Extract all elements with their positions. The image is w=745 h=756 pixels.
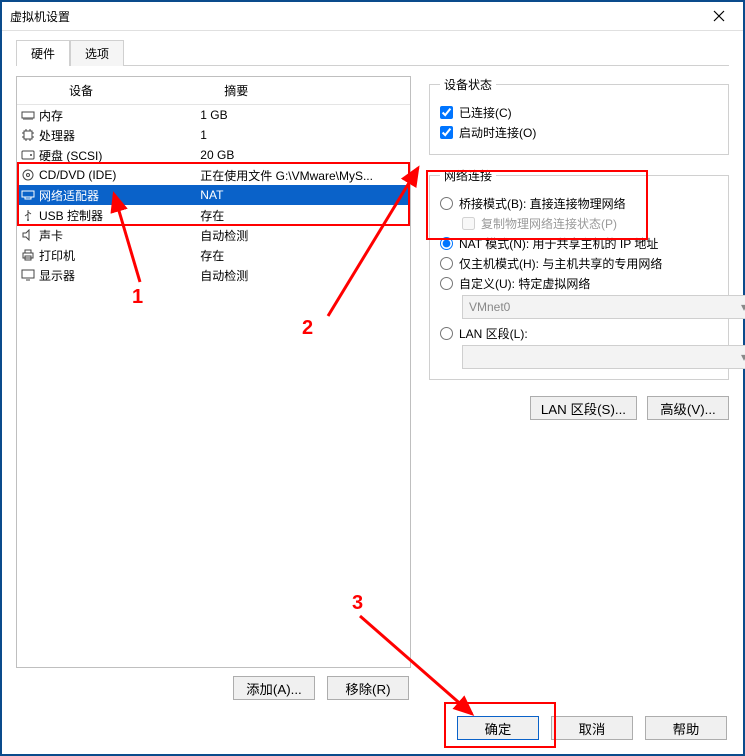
custom-radio[interactable]: 自定义(U): 特定虚拟网络 bbox=[440, 275, 718, 292]
table-row[interactable]: CD/DVD (IDE) 正在使用文件 G:\VMware\MyS... bbox=[17, 165, 410, 185]
lan-input[interactable] bbox=[440, 327, 453, 340]
col-device: 设备 bbox=[59, 77, 214, 104]
disk-icon bbox=[21, 149, 35, 161]
table-row[interactable]: 处理器 1 bbox=[17, 125, 410, 145]
table-row[interactable]: 内存 1 GB bbox=[17, 105, 410, 125]
nat-radio[interactable]: NAT 模式(N): 用于共享主机的 IP 地址 bbox=[440, 235, 718, 252]
table-row[interactable]: 硬盘 (SCSI) 20 GB bbox=[17, 145, 410, 165]
right-pane: 设备状态 已连接(C) 启动时连接(O) 网络连接 桥接模式(B): 直接连接物… bbox=[429, 76, 729, 700]
network-icon bbox=[21, 189, 35, 201]
connect-on-power-input[interactable] bbox=[440, 126, 453, 139]
vm-settings-window: 虚拟机设置 硬件 选项 设备 摘要 内存 1 GB bbox=[0, 0, 745, 756]
add-button[interactable]: 添加(A)... bbox=[233, 676, 315, 700]
lan-select: ▾ bbox=[462, 345, 745, 369]
table-row[interactable]: USB 控制器 存在 bbox=[17, 205, 410, 225]
advanced-button[interactable]: 高级(V)... bbox=[647, 396, 729, 420]
usb-icon bbox=[21, 209, 35, 221]
chevron-down-icon: ▾ bbox=[741, 300, 745, 314]
device-list[interactable]: 设备 摘要 内存 1 GB 处理器 1 硬盘 (SCSI) 20 GB bbox=[16, 76, 411, 668]
right-buttons: LAN 区段(S)... 高级(V)... bbox=[429, 396, 729, 420]
title-bar: 虚拟机设置 bbox=[2, 2, 743, 31]
table-row[interactable]: 显示器 自动检测 bbox=[17, 265, 410, 285]
custom-input[interactable] bbox=[440, 277, 453, 290]
tab-hardware[interactable]: 硬件 bbox=[16, 40, 70, 66]
connect-on-power-checkbox[interactable]: 启动时连接(O) bbox=[440, 124, 718, 141]
replicate-checkbox: 复制物理网络连接状态(P) bbox=[462, 215, 718, 232]
tab-options[interactable]: 选项 bbox=[70, 40, 124, 66]
table-row[interactable]: 打印机 存在 bbox=[17, 245, 410, 265]
device-status-legend: 设备状态 bbox=[440, 76, 496, 93]
close-icon bbox=[713, 10, 725, 22]
content-area: 设备 摘要 内存 1 GB 处理器 1 硬盘 (SCSI) 20 GB bbox=[2, 66, 743, 708]
device-list-header: 设备 摘要 bbox=[17, 77, 410, 105]
nat-input[interactable] bbox=[440, 237, 453, 250]
lan-segment-button[interactable]: LAN 区段(S)... bbox=[530, 396, 637, 420]
cpu-icon bbox=[21, 129, 35, 141]
cancel-button[interactable]: 取消 bbox=[551, 716, 633, 740]
network-legend: 网络连接 bbox=[440, 167, 496, 184]
table-row[interactable]: 网络适配器 NAT bbox=[17, 185, 410, 205]
network-connection-group: 网络连接 桥接模式(B): 直接连接物理网络 复制物理网络连接状态(P) NAT… bbox=[429, 167, 729, 380]
lan-radio[interactable]: LAN 区段(L): bbox=[440, 325, 718, 342]
display-icon bbox=[21, 269, 35, 281]
left-buttons: 添加(A)... 移除(R) bbox=[16, 668, 411, 700]
ok-button[interactable]: 确定 bbox=[457, 716, 539, 740]
bridged-radio[interactable]: 桥接模式(B): 直接连接物理网络 bbox=[440, 195, 718, 212]
hostonly-input[interactable] bbox=[440, 257, 453, 270]
window-title: 虚拟机设置 bbox=[10, 8, 697, 25]
custom-select: VMnet0 ▾ bbox=[462, 295, 745, 319]
cd-icon bbox=[21, 169, 35, 181]
memory-icon bbox=[21, 109, 35, 121]
sound-icon bbox=[21, 229, 35, 241]
chevron-down-icon: ▾ bbox=[741, 350, 745, 364]
bridged-input[interactable] bbox=[440, 197, 453, 210]
connected-input[interactable] bbox=[440, 106, 453, 119]
device-status-group: 设备状态 已连接(C) 启动时连接(O) bbox=[429, 76, 729, 155]
col-summary: 摘要 bbox=[214, 77, 410, 104]
remove-button[interactable]: 移除(R) bbox=[327, 676, 409, 700]
replicate-input bbox=[462, 217, 475, 230]
table-row[interactable]: 声卡 自动检测 bbox=[17, 225, 410, 245]
connected-checkbox[interactable]: 已连接(C) bbox=[440, 104, 718, 121]
close-button[interactable] bbox=[697, 4, 741, 28]
tab-strip: 硬件 选项 bbox=[2, 31, 743, 65]
printer-icon bbox=[21, 249, 35, 261]
dialog-footer: 确定 取消 帮助 bbox=[2, 708, 743, 754]
hostonly-radio[interactable]: 仅主机模式(H): 与主机共享的专用网络 bbox=[440, 255, 718, 272]
left-pane: 设备 摘要 内存 1 GB 处理器 1 硬盘 (SCSI) 20 GB bbox=[16, 76, 411, 700]
help-button[interactable]: 帮助 bbox=[645, 716, 727, 740]
